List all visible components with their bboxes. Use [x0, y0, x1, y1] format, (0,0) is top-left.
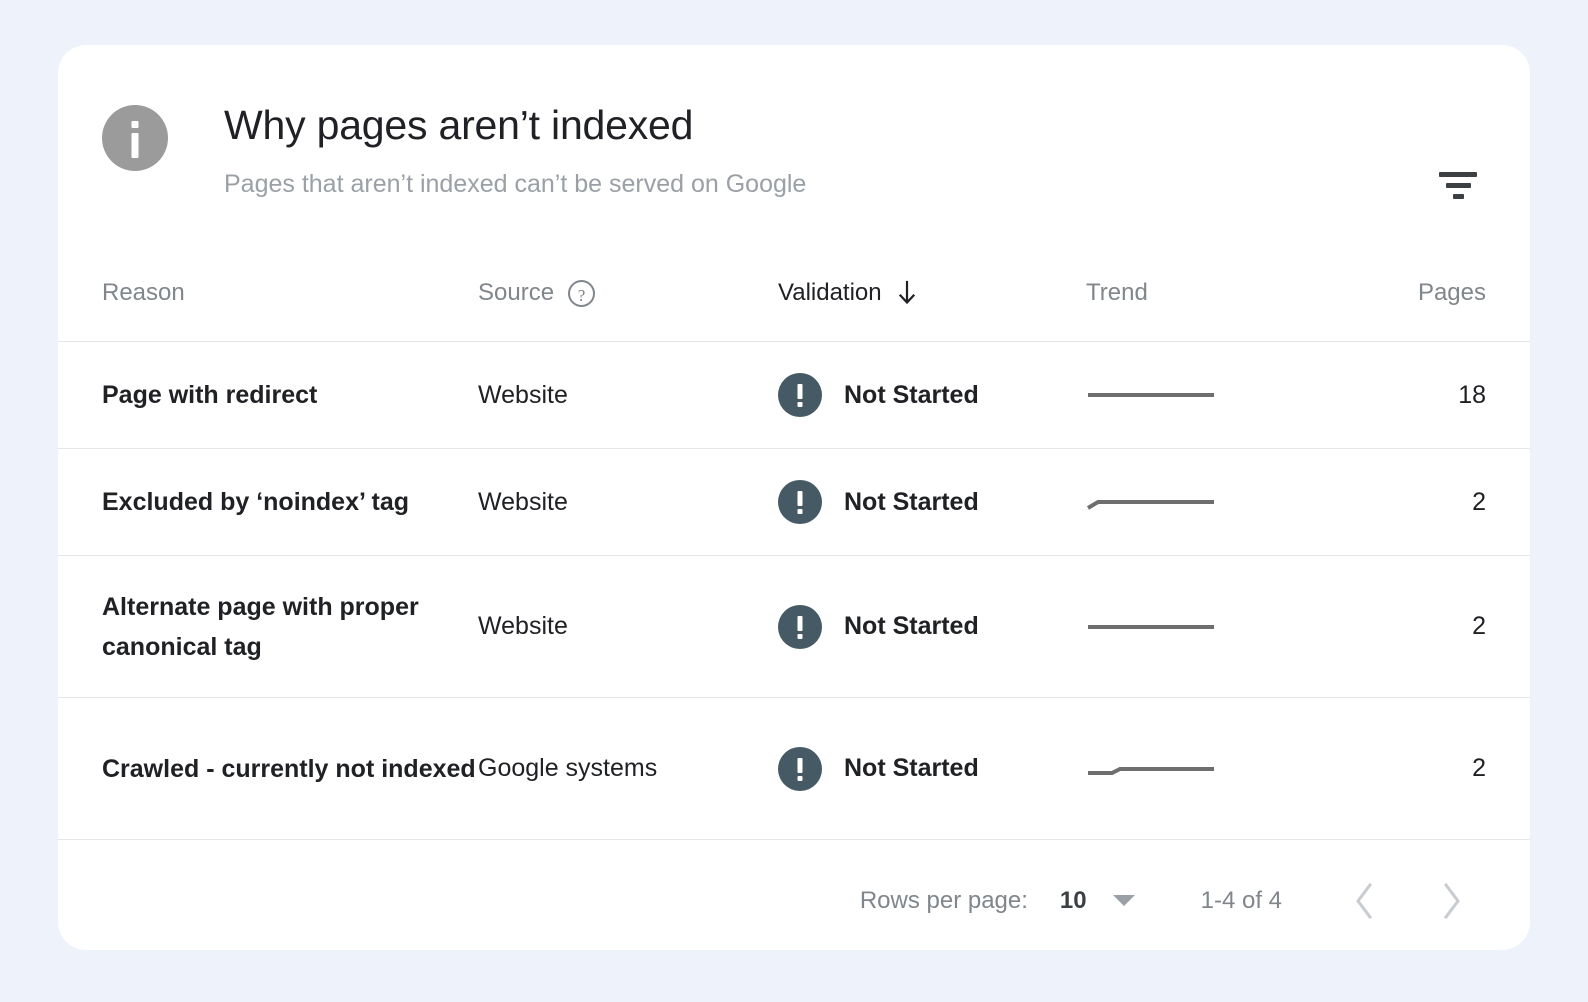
cell-trend — [1086, 556, 1366, 698]
column-header-trend[interactable]: Trend — [1086, 245, 1366, 342]
exclamation-circle-icon — [778, 747, 822, 791]
cell-source: Website — [478, 449, 778, 556]
exclamation-circle-icon — [778, 373, 822, 417]
table-row[interactable]: Crawled - currently not indexed Google s… — [58, 698, 1530, 840]
table-row[interactable]: Excluded by ‘noindex’ tag Website Not St… — [58, 449, 1530, 556]
column-header-reason-label: Reason — [102, 279, 185, 307]
cell-source: Google systems — [478, 698, 778, 840]
cell-trend — [1086, 449, 1366, 556]
table-body: Page with redirect Website Not Started — [58, 342, 1530, 840]
status-badge: Not Started — [844, 488, 979, 517]
table-row[interactable]: Alternate page with proper canonical tag… — [58, 556, 1530, 698]
cell-reason: Alternate page with proper canonical tag — [58, 556, 478, 698]
cell-pages: 18 — [1366, 342, 1530, 449]
cell-pages: 2 — [1366, 449, 1530, 556]
cell-trend — [1086, 698, 1366, 840]
cell-reason: Excluded by ‘noindex’ tag — [58, 449, 478, 556]
rows-per-page-label: Rows per page: — [860, 887, 1028, 915]
cell-trend — [1086, 342, 1366, 449]
cell-source: Website — [478, 556, 778, 698]
column-header-validation[interactable]: Validation — [778, 245, 1086, 342]
exclamation-circle-icon — [778, 480, 822, 524]
sort-descending-arrow-icon[interactable] — [896, 280, 918, 306]
chevron-right-icon[interactable] — [1428, 878, 1474, 924]
cell-pages: 2 — [1366, 698, 1530, 840]
why-pages-arent-indexed-card: Why pages aren’t indexed Pages that aren… — [58, 45, 1530, 950]
trend-sparkline — [1086, 612, 1216, 642]
info-icon — [102, 105, 168, 171]
column-header-validation-label: Validation — [778, 279, 882, 307]
table-row[interactable]: Page with redirect Website Not Started — [58, 342, 1530, 449]
cell-reason: Crawled - currently not indexed — [58, 698, 478, 840]
column-header-source-label: Source — [478, 279, 554, 307]
table-pagination: Rows per page: 10 1-4 of 4 — [58, 839, 1530, 950]
trend-sparkline — [1086, 487, 1216, 517]
chevron-left-icon[interactable] — [1342, 878, 1388, 924]
header-row: Why pages aren’t indexed Pages that aren… — [102, 100, 1482, 200]
column-header-trend-label: Trend — [1086, 279, 1148, 307]
cell-validation: Not Started — [778, 342, 1086, 449]
status-badge: Not Started — [844, 754, 979, 783]
rows-per-page-value[interactable]: 10 — [1060, 887, 1087, 915]
status-badge: Not Started — [844, 381, 979, 410]
cell-source: Website — [478, 342, 778, 449]
status-badge: Not Started — [844, 612, 979, 641]
index-reasons-table: Reason Source ? Validation — [58, 245, 1530, 839]
trend-sparkline — [1086, 380, 1216, 410]
card-header: Why pages aren’t indexed Pages that aren… — [58, 45, 1530, 245]
table-header: Reason Source ? Validation — [58, 245, 1530, 342]
table-header-row: Reason Source ? Validation — [58, 245, 1530, 342]
cell-pages: 2 — [1366, 556, 1530, 698]
pagination-range: 1-4 of 4 — [1201, 887, 1282, 915]
column-header-pages-label: Pages — [1418, 279, 1486, 307]
column-header-reason[interactable]: Reason — [58, 245, 478, 342]
cell-validation: Not Started — [778, 556, 1086, 698]
column-header-pages[interactable]: Pages — [1366, 245, 1530, 342]
title-group: Why pages aren’t indexed Pages that aren… — [224, 100, 806, 200]
cell-validation: Not Started — [778, 698, 1086, 840]
column-header-source[interactable]: Source ? — [478, 245, 778, 342]
page-title: Why pages aren’t indexed — [224, 100, 806, 150]
exclamation-circle-icon — [778, 605, 822, 649]
help-circle-icon[interactable]: ? — [568, 280, 595, 307]
chevron-down-icon[interactable] — [1113, 895, 1135, 906]
filter-icon[interactable] — [1430, 157, 1486, 213]
cell-reason: Page with redirect — [58, 342, 478, 449]
cell-validation: Not Started — [778, 449, 1086, 556]
trend-sparkline — [1086, 754, 1216, 784]
page-subtitle: Pages that aren’t indexed can’t be serve… — [224, 168, 806, 200]
